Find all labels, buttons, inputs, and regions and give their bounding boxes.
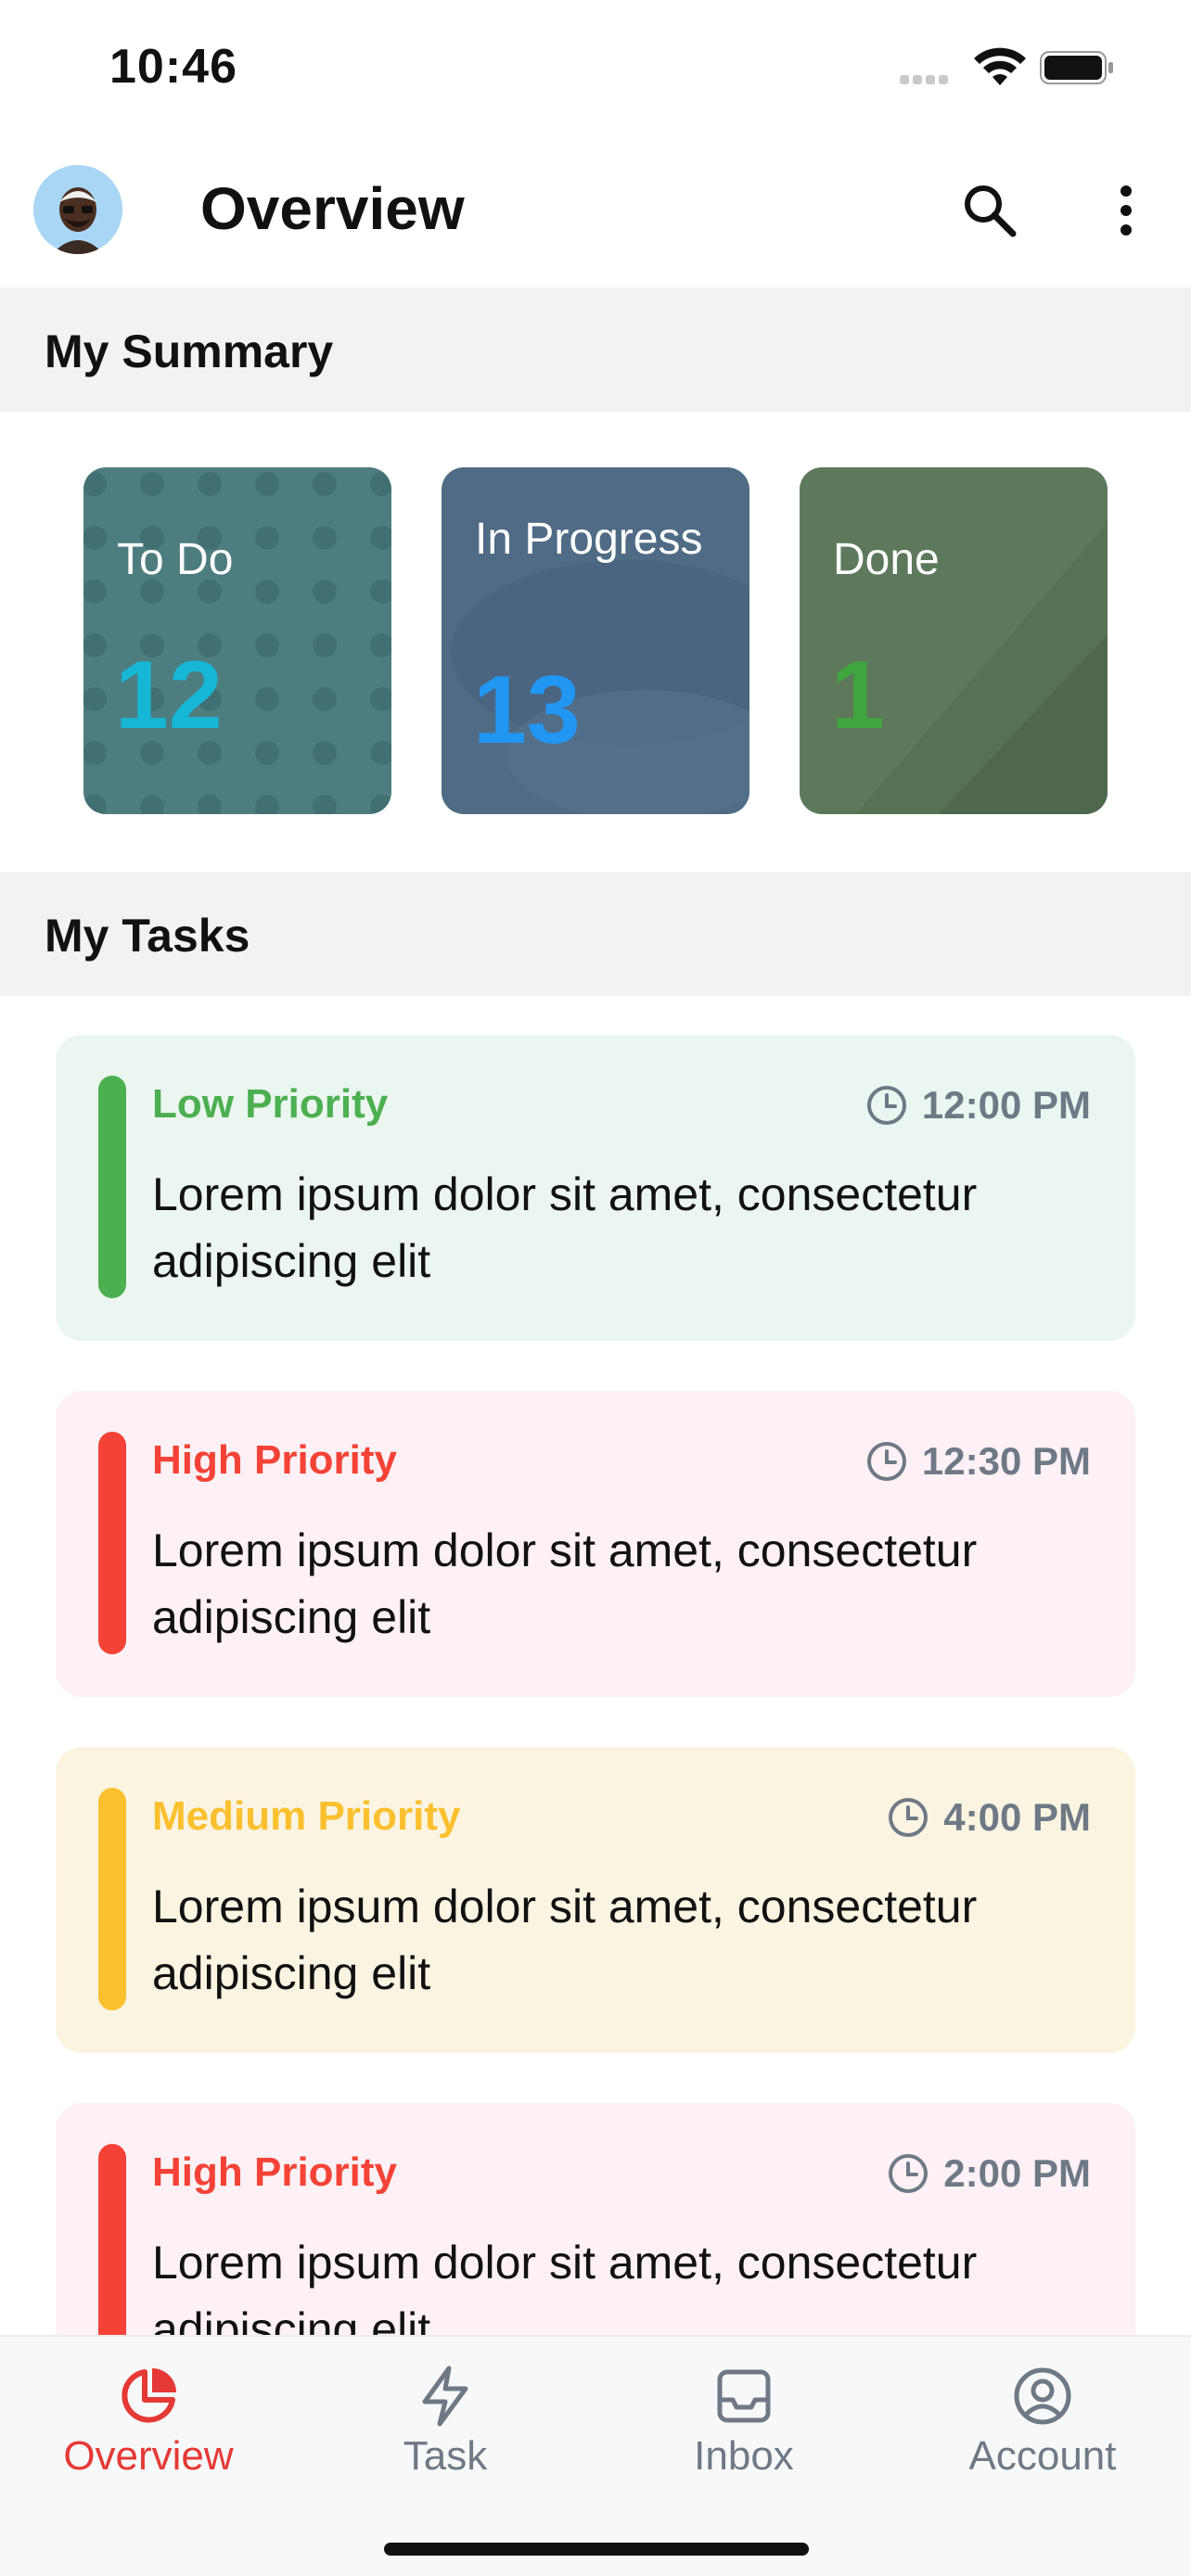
summary-card-in-progress[interactable]: In Progress 13 [442,467,749,814]
inbox-icon [717,2369,771,2423]
task-description: Lorem ipsum dolor sit amet, consectetur … [152,1881,978,1999]
priority-bar [98,1432,126,1654]
task-card[interactable]: Low Priority 12:00 PM Lorem ipsum dolor … [56,1035,1135,1341]
wifi-icon [974,47,1026,85]
pie-chart-icon [122,2368,176,2423]
clock-icon [889,2154,928,2193]
task-priority: High Priority [152,1437,398,1483]
bottom-navigation: Overview Task Inbox Account [0,2335,1191,2576]
priority-bar [98,1788,126,2010]
more-vertical-icon[interactable] [1109,180,1143,241]
summary-card-todo[interactable]: To Do 12 [83,467,391,814]
priority-bar [98,2144,126,2366]
cellular-signal-icon [900,72,955,84]
nav-label-task: Task [403,2433,488,2479]
summary-card-done[interactable]: Done 1 [800,467,1108,814]
dots-pattern [83,472,391,814]
task-priority: High Priority [152,2149,398,2195]
card-label-in-progress: In Progress [475,515,703,564]
battery-icon [1040,51,1113,84]
page-title: Overview [200,175,465,242]
user-circle-icon [1014,2367,1071,2425]
task-time-group: 4:00 PM [888,1793,1091,1842]
status-time: 10:46 [109,40,237,94]
card-count-todo: 12 [115,642,223,749]
nav-item-task[interactable]: Task [297,2365,594,2480]
task-time: 12:00 PM [921,1083,1091,1127]
task-priority: Medium Priority [152,1793,461,1839]
diagonal-pattern [855,523,1108,814]
task-priority: Low Priority [152,1081,389,1127]
nav-label-inbox: Inbox [694,2433,794,2479]
card-label-done: Done [833,535,940,584]
task-time: 12:30 PM [921,1439,1091,1483]
avatar-image [33,165,122,254]
task-card[interactable]: Medium Priority 4:00 PM Lorem ipsum dolo… [56,1747,1135,2053]
status-bar: 10:46 [0,0,1191,139]
lightning-icon [422,2366,468,2427]
search-icon[interactable] [959,180,1020,241]
task-time-group: 12:30 PM [866,1437,1091,1486]
priority-bar [98,1076,126,1298]
summary-heading: My Summary [45,325,334,377]
clock-icon [866,1442,906,1481]
task-description: Lorem ipsum dolor sit amet, consectetur … [152,1524,978,1643]
clock-icon [889,1798,928,1837]
app-header: Overview [0,148,1191,287]
card-count-in-progress: 13 [473,657,581,764]
card-label-todo: To Do [117,535,234,584]
app-screen: 10:46 Overview My Summary To Do 12 In Pr… [0,0,1191,2576]
task-time: 4:00 PM [943,1795,1091,1839]
home-indicator[interactable] [384,2543,809,2556]
nav-item-account[interactable]: Account [894,2365,1191,2480]
task-time: 2:00 PM [943,2151,1091,2195]
summary-section-header: My Summary [0,287,1191,412]
avatar[interactable] [33,165,122,254]
nav-label-overview: Overview [63,2433,234,2479]
tasks-section-header: My Tasks [0,872,1191,996]
clock-icon [866,1086,906,1125]
card-count-done: 1 [831,642,885,749]
nav-item-overview[interactable]: Overview [0,2365,297,2480]
nav-item-inbox[interactable]: Inbox [596,2365,892,2480]
tasks-heading: My Tasks [45,910,250,962]
task-time-group: 2:00 PM [888,2149,1091,2198]
task-time-group: 12:00 PM [866,1081,1091,1129]
task-card[interactable]: High Priority 12:30 PM Lorem ipsum dolor… [56,1391,1135,1697]
nav-label-account: Account [968,2433,1117,2479]
task-description: Lorem ipsum dolor sit amet, consectetur … [152,1168,978,1287]
